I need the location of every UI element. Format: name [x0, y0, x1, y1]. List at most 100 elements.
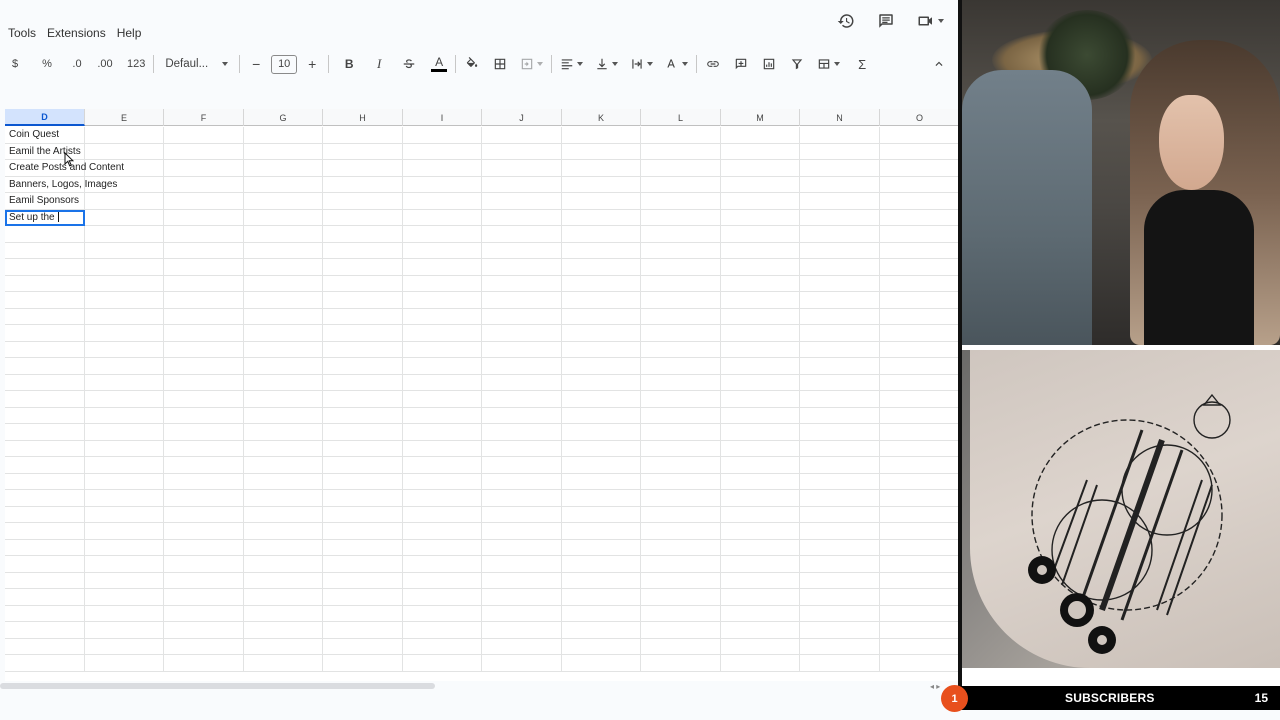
cell[interactable]: [482, 605, 562, 622]
cell[interactable]: [244, 539, 323, 556]
cell[interactable]: [641, 193, 721, 210]
vertical-align-icon[interactable]: [592, 51, 621, 77]
cell[interactable]: [562, 391, 641, 408]
cell[interactable]: [85, 605, 164, 622]
cell[interactable]: [482, 341, 562, 358]
cell[interactable]: [641, 655, 721, 672]
cell[interactable]: [5, 391, 85, 408]
cell[interactable]: [562, 605, 641, 622]
cell[interactable]: [641, 341, 721, 358]
cell[interactable]: [164, 523, 244, 540]
cell[interactable]: [721, 605, 800, 622]
cell[interactable]: [85, 209, 164, 226]
cell[interactable]: [403, 622, 482, 639]
cell[interactable]: [482, 638, 562, 655]
cell[interactable]: [164, 374, 244, 391]
cell[interactable]: [800, 572, 880, 589]
cell[interactable]: [85, 490, 164, 507]
column-header-g[interactable]: G: [244, 109, 323, 126]
merge-cells-icon[interactable]: [517, 51, 546, 77]
cell[interactable]: [880, 407, 960, 424]
cell[interactable]: [244, 209, 323, 226]
cell[interactable]: [85, 275, 164, 292]
cell[interactable]: [562, 572, 641, 589]
cell[interactable]: [164, 440, 244, 457]
cell[interactable]: [323, 374, 403, 391]
cell[interactable]: [800, 440, 880, 457]
cell[interactable]: [482, 556, 562, 573]
cell[interactable]: [85, 622, 164, 639]
cell[interactable]: [403, 391, 482, 408]
cell[interactable]: [244, 292, 323, 309]
menu-extensions[interactable]: Extensions: [47, 26, 106, 40]
column-header-m[interactable]: M: [721, 109, 800, 126]
cell[interactable]: [323, 523, 403, 540]
cell[interactable]: [482, 242, 562, 259]
cell[interactable]: [562, 275, 641, 292]
cell[interactable]: [562, 308, 641, 325]
cell[interactable]: [323, 506, 403, 523]
cell[interactable]: [800, 655, 880, 672]
cell[interactable]: [403, 572, 482, 589]
cell[interactable]: [880, 424, 960, 441]
cell[interactable]: [880, 308, 960, 325]
cell[interactable]: [244, 457, 323, 474]
strikethrough-icon[interactable]: [398, 51, 420, 77]
cell[interactable]: [880, 622, 960, 639]
cell[interactable]: [5, 473, 85, 490]
cell[interactable]: [482, 490, 562, 507]
cell[interactable]: [164, 490, 244, 507]
cell[interactable]: [323, 572, 403, 589]
cell[interactable]: [85, 655, 164, 672]
cell[interactable]: [562, 490, 641, 507]
cell[interactable]: [323, 589, 403, 606]
cell[interactable]: [164, 259, 244, 276]
cell[interactable]: [482, 325, 562, 342]
cell[interactable]: [721, 440, 800, 457]
cell[interactable]: [85, 325, 164, 342]
cell[interactable]: [721, 391, 800, 408]
cell[interactable]: [85, 506, 164, 523]
cell[interactable]: [403, 407, 482, 424]
cell[interactable]: [800, 407, 880, 424]
cell[interactable]: [323, 275, 403, 292]
cell[interactable]: [641, 358, 721, 375]
cell[interactable]: [164, 605, 244, 622]
cell[interactable]: [562, 143, 641, 160]
cell[interactable]: [85, 539, 164, 556]
cell[interactable]: [482, 226, 562, 243]
cell[interactable]: [403, 143, 482, 160]
cell[interactable]: [403, 506, 482, 523]
cell[interactable]: [562, 638, 641, 655]
cell[interactable]: [482, 506, 562, 523]
cell[interactable]: [5, 655, 85, 672]
cell[interactable]: [880, 209, 960, 226]
cell[interactable]: [5, 259, 85, 276]
cell[interactable]: [721, 556, 800, 573]
cell[interactable]: [5, 556, 85, 573]
cell[interactable]: [880, 391, 960, 408]
cell[interactable]: [164, 424, 244, 441]
cell[interactable]: [244, 523, 323, 540]
cell[interactable]: [482, 308, 562, 325]
column-header-h[interactable]: H: [323, 109, 403, 126]
cell[interactable]: [403, 638, 482, 655]
cell[interactable]: [5, 523, 85, 540]
cell-d4[interactable]: Banners, Logos, Images: [5, 176, 117, 193]
cell[interactable]: [164, 226, 244, 243]
cell[interactable]: [323, 605, 403, 622]
cell[interactable]: [800, 638, 880, 655]
cell[interactable]: [641, 440, 721, 457]
cell[interactable]: [244, 176, 323, 193]
cell[interactable]: [323, 358, 403, 375]
cell[interactable]: [244, 572, 323, 589]
cell[interactable]: [482, 209, 562, 226]
cell[interactable]: [800, 308, 880, 325]
cell[interactable]: [562, 259, 641, 276]
cell[interactable]: [85, 473, 164, 490]
cell[interactable]: [164, 292, 244, 309]
horizontal-scrollbar[interactable]: [0, 683, 435, 689]
cell[interactable]: [244, 226, 323, 243]
cell[interactable]: [5, 242, 85, 259]
cell[interactable]: [244, 506, 323, 523]
